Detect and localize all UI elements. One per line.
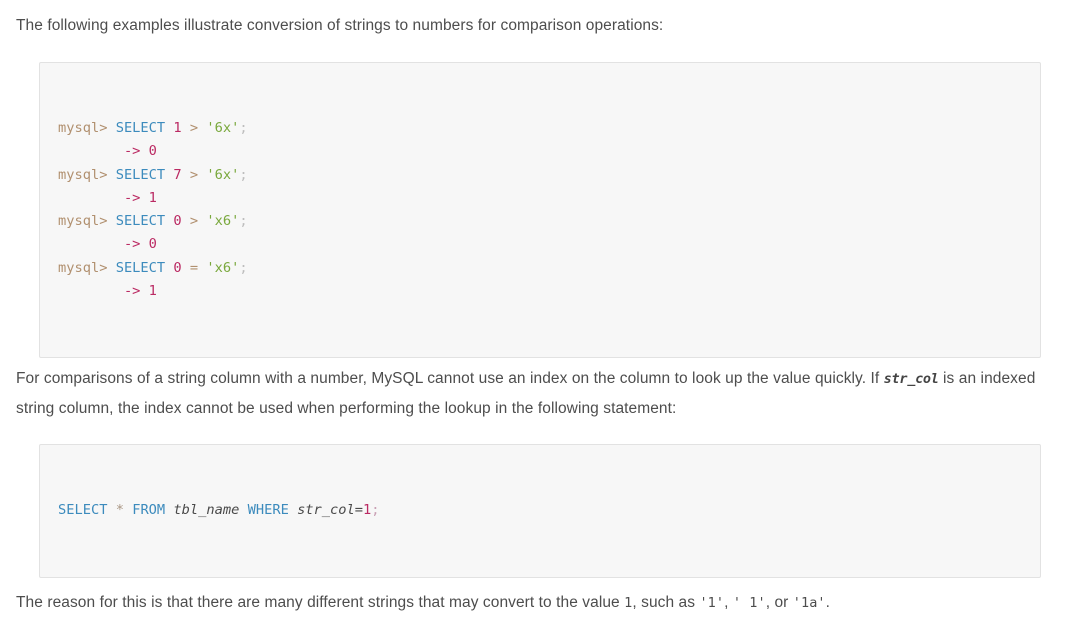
code-block-statement-content: SELECT * FROM tbl_name WHERE str_col=1;: [58, 499, 1040, 522]
sql-semicolon: ;: [239, 120, 248, 136]
sql-keyword-select: SELECT: [115, 213, 166, 230]
sql-keyword-from: FROM: [132, 502, 166, 519]
index-explanation-paragraph: For comparisons of a string column with …: [16, 358, 1064, 424]
mysql-prompt: mysql>: [58, 259, 108, 276]
reason-part-5: .: [825, 593, 831, 611]
inline-code-one: 1: [624, 594, 633, 611]
sql-keyword-select: SELECT: [115, 166, 166, 183]
result-arrow: ->: [123, 283, 141, 300]
sql-number: 0: [173, 259, 182, 276]
sql-equals-operator: =: [354, 502, 363, 519]
sql-literal-value: 1: [363, 502, 372, 519]
result-value: 1: [148, 283, 157, 300]
sql-keyword-where: WHERE: [247, 502, 289, 519]
code-block-examples-content: mysql> SELECT 1 > '6x'; -> 0 mysql> SELE…: [58, 117, 1040, 303]
sql-string: 'x6': [206, 259, 240, 276]
result-value: 0: [148, 236, 157, 253]
sql-keyword-select: SELECT: [115, 259, 166, 276]
sql-string: 'x6': [206, 213, 240, 230]
reason-part-4: , or: [765, 593, 793, 611]
mysql-prompt: mysql>: [58, 213, 108, 230]
mysql-prompt: mysql>: [58, 120, 108, 136]
inline-code-quoted-one: '1': [699, 594, 725, 611]
inline-code-str-col: str_col: [883, 371, 939, 388]
sql-number: 7: [173, 166, 182, 183]
sql-keyword-select: SELECT: [115, 120, 166, 136]
reason-part-1: The reason for this is that there are ma…: [16, 593, 625, 611]
code-block-examples: mysql> SELECT 1 > '6x'; -> 0 mysql> SELE…: [39, 62, 1041, 359]
sql-semicolon: ;: [371, 502, 380, 519]
sql-string: '6x': [206, 120, 240, 136]
inline-code-space-one: ' 1': [732, 594, 766, 611]
mysql-prompt: mysql>: [58, 166, 108, 183]
sql-operator: >: [189, 120, 199, 136]
sql-number: 1: [173, 120, 182, 136]
result-arrow: ->: [123, 143, 141, 160]
intro-paragraph: The following examples illustrate conver…: [16, 0, 1064, 41]
intro-paragraph-text: The following examples illustrate conver…: [16, 17, 664, 34]
sql-column-name: str_col: [297, 502, 355, 519]
inline-code-one-a: '1a': [792, 594, 826, 611]
sql-operator: >: [189, 213, 199, 230]
sql-star: *: [115, 502, 124, 519]
result-arrow: ->: [123, 189, 141, 206]
code-block-statement: SELECT * FROM tbl_name WHERE str_col=1;: [39, 444, 1041, 578]
documentation-page: The following examples illustrate conver…: [0, 0, 1080, 618]
sql-operator: >: [189, 166, 199, 183]
index-explanation-part-1: For comparisons of a string column with …: [16, 370, 884, 388]
sql-string: '6x': [206, 166, 240, 183]
sql-operator: =: [189, 259, 199, 276]
reason-paragraph: The reason for this is that there are ma…: [16, 578, 1064, 618]
sql-table-name: tbl_name: [173, 502, 240, 519]
result-value: 1: [148, 189, 157, 206]
result-arrow: ->: [123, 236, 141, 253]
sql-semicolon: ;: [239, 166, 248, 183]
sql-number: 0: [173, 213, 182, 230]
result-value: 0: [148, 143, 157, 160]
sql-keyword-select: SELECT: [58, 502, 108, 519]
sql-semicolon: ;: [239, 213, 248, 230]
sql-semicolon: ;: [239, 259, 248, 276]
reason-part-2: , such as: [632, 593, 700, 611]
reason-part-3: ,: [724, 593, 733, 611]
